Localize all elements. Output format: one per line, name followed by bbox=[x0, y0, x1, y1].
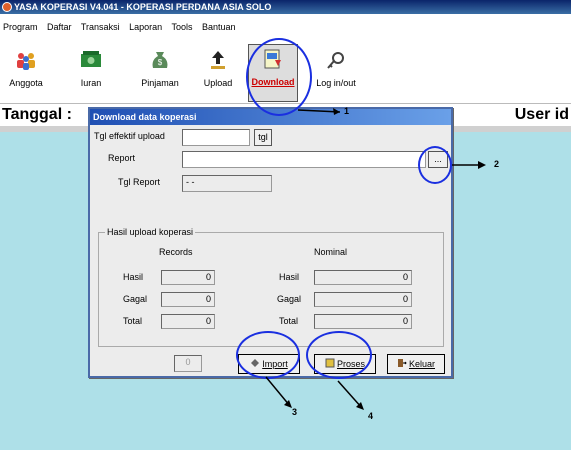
annotation-label-2: 2 bbox=[494, 159, 500, 169]
window-title: YASA KOPERASI V4.041 - KOPERASI PERDANA … bbox=[14, 2, 272, 12]
annotation-label-1: 1 bbox=[344, 106, 350, 116]
tgl-report-value: - - bbox=[182, 175, 272, 192]
tgl-picker-button[interactable]: tgl bbox=[254, 129, 272, 146]
annotation-ring-3 bbox=[236, 331, 300, 379]
annotation-ring-4 bbox=[306, 331, 372, 379]
anggota-label: Anggota bbox=[9, 78, 43, 88]
records-header: Records bbox=[159, 247, 193, 257]
exit-door-icon bbox=[397, 359, 407, 367]
hasil-upload-group: Hasil upload koperasi Records Nominal Ha… bbox=[98, 227, 444, 347]
report-input[interactable] bbox=[182, 151, 426, 168]
hasil-records: 0 bbox=[161, 270, 215, 285]
login-logout-label: Log in/out bbox=[316, 78, 356, 88]
gagal-records: 0 bbox=[161, 292, 215, 307]
login-logout-button[interactable]: Log in/out bbox=[312, 48, 360, 88]
menu-bantuan[interactable]: Bantuan bbox=[202, 22, 236, 32]
annotation-label-4: 4 bbox=[368, 411, 374, 421]
menu-laporan[interactable]: Laporan bbox=[129, 22, 162, 32]
key-icon bbox=[327, 52, 344, 69]
pinjaman-button[interactable]: $ Pinjaman bbox=[137, 48, 183, 88]
annotation-ring-1 bbox=[246, 38, 312, 116]
upload-button[interactable]: Upload bbox=[201, 48, 235, 88]
anggota-button[interactable]: Anggota bbox=[6, 48, 46, 88]
hasil-nominal-label: Hasil bbox=[279, 272, 300, 282]
money-bag-icon: $ bbox=[152, 52, 168, 68]
menu-tools[interactable]: Tools bbox=[171, 22, 192, 32]
money-icon bbox=[81, 51, 101, 67]
total-nominal: 0 bbox=[314, 314, 412, 329]
svg-text:$: $ bbox=[158, 58, 163, 67]
upload-label: Upload bbox=[203, 78, 233, 88]
iuran-button[interactable]: Iuran bbox=[76, 48, 106, 88]
menu-daftar[interactable]: Daftar bbox=[47, 22, 72, 32]
iuran-label: Iuran bbox=[80, 78, 102, 88]
annotation-ring-2 bbox=[418, 146, 452, 184]
tgl-effektif-input[interactable] bbox=[182, 129, 250, 146]
gagal-nominal-label: Gagal bbox=[277, 294, 302, 304]
group-caption: Hasil upload koperasi bbox=[105, 227, 196, 237]
total-nominal-label: Total bbox=[279, 316, 299, 326]
members-icon bbox=[17, 53, 35, 70]
annotation-label-3: 3 bbox=[292, 407, 298, 417]
gagal-label: Gagal bbox=[123, 294, 148, 304]
upload-arrow-icon bbox=[211, 51, 225, 69]
tgl-effektif-label: Tgl effektif upload bbox=[94, 131, 165, 141]
pinjaman-label: Pinjaman bbox=[141, 78, 179, 88]
tanggal-label: Tanggal : bbox=[2, 106, 72, 123]
menu-program[interactable]: Program bbox=[3, 22, 38, 32]
nominal-header: Nominal bbox=[314, 247, 348, 257]
tgl-report-label: Tgl Report bbox=[118, 177, 161, 187]
app-icon bbox=[2, 2, 12, 12]
keluar-button[interactable]: Keluar bbox=[387, 354, 445, 374]
menu-transaksi[interactable]: Transaksi bbox=[81, 22, 120, 32]
report-label: Report bbox=[108, 153, 136, 163]
progress-counter: 0 bbox=[174, 355, 202, 372]
total-records: 0 bbox=[161, 314, 215, 329]
total-label: Total bbox=[123, 316, 143, 326]
keluar-label: Keluar bbox=[408, 359, 435, 369]
window-titlebar: YASA KOPERASI V4.041 - KOPERASI PERDANA … bbox=[0, 0, 571, 14]
hasil-label: Hasil bbox=[123, 272, 144, 282]
menu-bar: Program Daftar Transaksi Laporan Tools B… bbox=[0, 20, 571, 34]
user-id-label: User id bbox=[514, 106, 569, 123]
hasil-nominal: 0 bbox=[314, 270, 412, 285]
gagal-nominal: 0 bbox=[314, 292, 412, 307]
